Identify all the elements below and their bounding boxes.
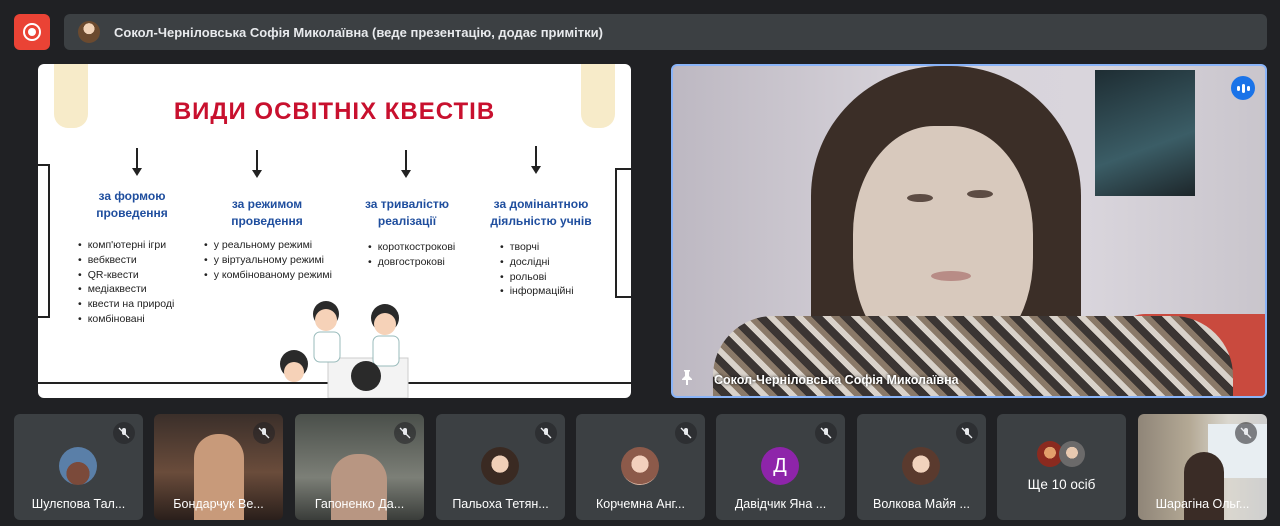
mic-off-icon [1235,422,1257,444]
mic-off-icon [815,422,837,444]
column-list: короткострокові довгострокові [368,240,456,270]
list-item: комп'ютерні ігри [78,238,174,253]
list-item: інформаційні [500,284,574,299]
speaker-video-tile[interactable]: Сокол-Черніловська Софія Миколаївна [671,64,1267,398]
participant-avatar [481,447,519,485]
arrow-down-icon [531,146,541,174]
mic-off-icon [535,422,557,444]
list-item: комбіновані [78,312,174,327]
presentation-banner[interactable]: Сокол-Черніловська Софія Миколаївна (вед… [64,14,1267,50]
participant-name: Шарагіна Ольг... [1155,497,1250,511]
participant-tile[interactable]: Шарагіна Ольг... [1138,414,1267,520]
more-participants-tile[interactable]: Ще 10 осіб [997,414,1126,520]
participant-avatar [59,447,97,485]
more-participants-avatars [1035,441,1087,467]
presentation-banner-text: Сокол-Черніловська Софія Миколаївна (вед… [114,24,603,40]
participant-tile[interactable]: Д Давідчик Яна ... [716,414,845,520]
participant-name: Шулєпова Тал... [31,497,126,511]
participant-name: Корчемна Анг... [596,497,685,511]
column-list: у реальному режимі у віртуальному режимі… [204,238,332,282]
participant-avatar [902,447,940,485]
list-item: медіаквести [78,282,174,297]
list-item: дослідні [500,255,574,270]
list-item: у комбінованому режимі [204,268,332,283]
participant-tile[interactable]: Волкова Майя ... [857,414,986,520]
column-heading: за режимом проведення [231,197,303,228]
participant-letter-avatar: Д [761,447,799,485]
speaking-indicator-icon [1231,76,1255,100]
mic-off-icon [394,422,416,444]
list-item: творчі [500,240,574,255]
pin-icon[interactable] [681,369,693,388]
mic-off-icon [956,422,978,444]
list-item: вебквести [78,253,174,268]
arrow-down-icon [401,150,411,178]
arrow-down-icon [252,150,262,178]
column-list: творчі дослідні рольові інформаційні [500,240,574,299]
record-icon [23,23,41,41]
children-illustration [280,301,409,398]
mic-off-icon [675,422,697,444]
participant-name: Гапоненко Да... [314,497,405,511]
list-item: QR-квести [78,268,174,283]
participant-tile[interactable]: Корчемна Анг... [576,414,705,520]
list-item: довгострокові [368,255,455,270]
list-item: у реальному режимі [204,238,332,253]
presenter-avatar [78,21,100,43]
slide-decoration [38,164,50,318]
slide-decoration [615,168,631,298]
list-item: у віртуальному режимі [204,253,332,268]
participant-tile[interactable]: Гапоненко Да... [295,414,424,520]
arrow-down-icon [132,148,142,176]
list-item: короткострокові [368,240,456,255]
participant-avatar [621,447,659,485]
column-heading: за формою проведення [96,189,168,220]
list-item: квести на природі [78,297,175,312]
speaker-name: Сокол-Черніловська Софія Миколаївна [714,373,959,387]
mic-off-icon [113,422,135,444]
participant-name: Волкова Майя ... [873,497,970,511]
mic-off-icon [253,422,275,444]
column-heading: за тривалістю реалізації [364,197,450,228]
list-item: рольові [500,270,574,285]
more-participants-label: Ще 10 осіб [1027,477,1096,492]
participant-tile[interactable]: Шулєпова Тал... [14,414,143,520]
participant-name: Бондарчук Ве... [173,497,264,511]
presentation-slide: ВИДИ ОСВІТНІХ КВЕСТІВ за формою проведенн… [38,64,631,398]
participant-name: Пальоха Тетян... [452,497,549,511]
record-button[interactable] [14,14,50,50]
wall-poster [1095,70,1195,196]
slide-title: ВИДИ ОСВІТНІХ КВЕСТІВ [173,98,496,125]
participant-tile[interactable]: Пальоха Тетян... [436,414,565,520]
participant-name: Давідчик Яна ... [734,497,827,511]
column-heading: за домінантною діяльністю учнів [490,197,592,228]
column-list: комп'ютерні ігри вебквести QR-квести мед… [78,238,175,327]
participant-tile[interactable]: Бондарчук Ве... [154,414,283,520]
